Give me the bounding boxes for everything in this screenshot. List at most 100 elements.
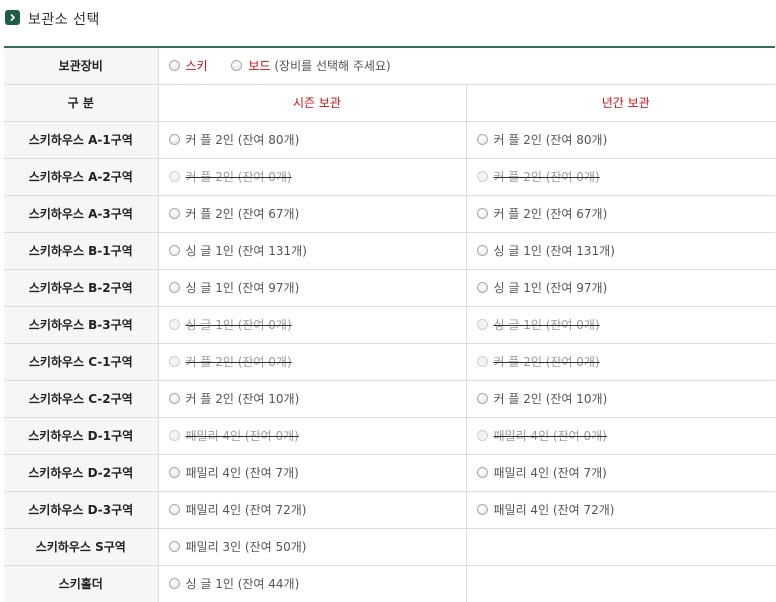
season-option-cell: 커 플 2인 (잔여 10개) xyxy=(158,380,467,418)
storage-zone-name: 스키하우스 D-2구역 xyxy=(4,454,159,492)
storage-zone-name: 스키하우스 A-1구역 xyxy=(4,121,159,159)
season-option-cell: 패밀리 4인 (잔여 72개) xyxy=(158,491,467,529)
table-row: 스키하우스 A-1구역 커 플 2인 (잔여 80개) 커 플 2인 (잔여 80개… xyxy=(4,121,776,159)
season-radio[interactable] xyxy=(168,393,180,404)
gear-label: 보관장비 xyxy=(4,47,159,85)
season-option-cell: 패밀리 4인 (잔여 0개) xyxy=(158,417,467,455)
table-row: 스키하우스 B-1구역 싱 글 1인 (잔여 131개) 싱 글 1인 (잔여 13… xyxy=(4,232,776,270)
storage-zone-name: 스키하우스 C-2구역 xyxy=(4,380,159,418)
radio-board[interactable] xyxy=(231,60,243,72)
year-option-label: 커 플 2인 (잔여 67개) xyxy=(493,207,608,221)
gear-hint: (장비를 선택해 주세요) xyxy=(274,59,391,74)
year-option-label: 싱 글 1인 (잔여 0개) xyxy=(493,318,600,332)
year-option-cell: 싱 글 1인 (잔여 0개) xyxy=(466,306,776,344)
season-option-label: 싱 글 1인 (잔여 44개) xyxy=(185,577,300,591)
year-option-cell: 커 플 2인 (잔여 67개) xyxy=(466,195,776,233)
season-radio[interactable] xyxy=(168,134,180,145)
season-option-label: 패밀리 4인 (잔여 0개) xyxy=(185,429,299,443)
year-radio xyxy=(476,171,488,182)
year-radio[interactable] xyxy=(476,208,488,219)
year-radio[interactable] xyxy=(476,393,488,404)
season-option-label: 커 플 2인 (잔여 0개) xyxy=(185,170,292,184)
season-option-label: 커 플 2인 (잔여 80개) xyxy=(185,133,300,147)
season-radio[interactable] xyxy=(168,208,180,219)
year-radio xyxy=(476,319,488,330)
gear-option-ski[interactable]: 스키 xyxy=(168,57,208,74)
storage-zone-name: 스키하우스 A-2구역 xyxy=(4,158,159,196)
table-row: 스키하우스 A-3구역 커 플 2인 (잔여 67개) 커 플 2인 (잔여 67개… xyxy=(4,195,776,233)
chevron-right-icon xyxy=(5,10,20,25)
year-header: 년간 보관 xyxy=(466,84,776,122)
storage-zone-name: 스키하우스 A-3구역 xyxy=(4,195,159,233)
table-row: 스키홀더 싱 글 1인 (잔여 44개) xyxy=(4,565,776,602)
season-radio xyxy=(168,319,180,330)
season-radio[interactable] xyxy=(168,467,180,478)
table-row: 스키하우스 A-2구역 커 플 2인 (잔여 0개) 커 플 2인 (잔여 0개) xyxy=(4,158,776,196)
year-option-label: 커 플 2인 (잔여 10개) xyxy=(493,392,608,406)
season-option-label: 커 플 2인 (잔여 0개) xyxy=(185,355,292,369)
year-option-cell: 싱 글 1인 (잔여 131개) xyxy=(466,232,776,270)
year-option-cell: 커 플 2인 (잔여 10개) xyxy=(466,380,776,418)
season-radio[interactable] xyxy=(168,541,180,552)
year-option-cell: 패밀리 4인 (잔여 0개) xyxy=(466,417,776,455)
season-radio[interactable] xyxy=(168,245,180,256)
season-option-label: 싱 글 1인 (잔여 131개) xyxy=(185,244,307,258)
section-header: 보관소 선택 xyxy=(0,0,776,46)
gear-option-board[interactable]: 보드 (장비를 선택해 주세요) xyxy=(231,59,391,74)
season-option-label: 싱 글 1인 (잔여 0개) xyxy=(185,318,292,332)
table-row: 스키하우스 S구역 패밀리 3인 (잔여 50개) xyxy=(4,528,776,566)
season-radio[interactable] xyxy=(168,504,180,515)
season-option-cell: 커 플 2인 (잔여 67개) xyxy=(158,195,467,233)
table-row: 스키하우스 D-1구역 패밀리 4인 (잔여 0개) 패밀리 4인 (잔여 0개) xyxy=(4,417,776,455)
season-option-cell: 커 플 2인 (잔여 0개) xyxy=(158,158,467,196)
table-row: 스키하우스 D-2구역 패밀리 4인 (잔여 7개) 패밀리 4인 (잔여 7개) xyxy=(4,454,776,492)
season-option-cell: 싱 글 1인 (잔여 131개) xyxy=(158,232,467,270)
table-row: 스키하우스 D-3구역 패밀리 4인 (잔여 72개) 패밀리 4인 (잔여 72개… xyxy=(4,491,776,529)
year-option-cell xyxy=(466,528,776,566)
year-radio[interactable] xyxy=(476,245,488,256)
season-option-cell: 싱 글 1인 (잔여 97개) xyxy=(158,269,467,307)
season-option-cell: 커 플 2인 (잔여 0개) xyxy=(158,343,467,381)
year-option-label: 싱 글 1인 (잔여 97개) xyxy=(493,281,608,295)
gear-row: 보관장비 스키 보드 (장비를 선택해 주세요) xyxy=(4,47,776,85)
season-option-cell: 커 플 2인 (잔여 80개) xyxy=(158,121,467,159)
season-option-cell: 싱 글 1인 (잔여 0개) xyxy=(158,306,467,344)
season-header: 시즌 보관 xyxy=(158,84,467,122)
year-option-label: 커 플 2인 (잔여 0개) xyxy=(493,170,600,184)
season-radio[interactable] xyxy=(168,578,180,589)
storage-selection-table: 보관장비 스키 보드 (장비를 선택해 주세요) 구 분 시즌 보관 년간 보관… xyxy=(4,46,776,602)
category-header: 구 분 xyxy=(4,84,159,122)
season-radio[interactable] xyxy=(168,282,180,293)
season-option-label: 패밀리 3인 (잔여 50개) xyxy=(185,540,307,554)
year-option-label: 커 플 2인 (잔여 0개) xyxy=(493,355,600,369)
year-radio[interactable] xyxy=(476,467,488,478)
year-option-cell: 패밀리 4인 (잔여 72개) xyxy=(466,491,776,529)
season-radio xyxy=(168,171,180,182)
season-option-cell: 패밀리 3인 (잔여 50개) xyxy=(158,528,467,566)
season-radio xyxy=(168,356,180,367)
season-option-label: 패밀리 4인 (잔여 72개) xyxy=(185,503,307,517)
year-option-label: 패밀리 4인 (잔여 72개) xyxy=(493,503,615,517)
table-row: 스키하우스 B-3구역 싱 글 1인 (잔여 0개) 싱 글 1인 (잔여 0개) xyxy=(4,306,776,344)
year-option-label: 커 플 2인 (잔여 80개) xyxy=(493,133,608,147)
year-radio[interactable] xyxy=(476,134,488,145)
storage-zone-name: 스키하우스 D-1구역 xyxy=(4,417,159,455)
season-option-label: 패밀리 4인 (잔여 7개) xyxy=(185,466,299,480)
year-radio[interactable] xyxy=(476,282,488,293)
year-radio[interactable] xyxy=(476,504,488,515)
year-option-label: 싱 글 1인 (잔여 131개) xyxy=(493,244,615,258)
storage-zone-name: 스키하우스 B-3구역 xyxy=(4,306,159,344)
table-row: 스키하우스 C-1구역 커 플 2인 (잔여 0개) 커 플 2인 (잔여 0개) xyxy=(4,343,776,381)
page-title: 보관소 선택 xyxy=(28,12,100,28)
table-row: 스키하우스 C-2구역 커 플 2인 (잔여 10개) 커 플 2인 (잔여 10개… xyxy=(4,380,776,418)
radio-ski[interactable] xyxy=(168,60,180,72)
year-option-cell xyxy=(466,565,776,602)
table-row: 스키하우스 B-2구역 싱 글 1인 (잔여 97개) 싱 글 1인 (잔여 97개… xyxy=(4,269,776,307)
storage-zone-name: 스키하우스 S구역 xyxy=(4,528,159,566)
year-option-cell: 패밀리 4인 (잔여 7개) xyxy=(466,454,776,492)
year-option-cell: 커 플 2인 (잔여 0개) xyxy=(466,158,776,196)
season-radio xyxy=(168,430,180,441)
season-option-label: 커 플 2인 (잔여 10개) xyxy=(185,392,300,406)
header-row: 구 분 시즌 보관 년간 보관 xyxy=(4,84,776,122)
season-option-cell: 싱 글 1인 (잔여 44개) xyxy=(158,565,467,602)
